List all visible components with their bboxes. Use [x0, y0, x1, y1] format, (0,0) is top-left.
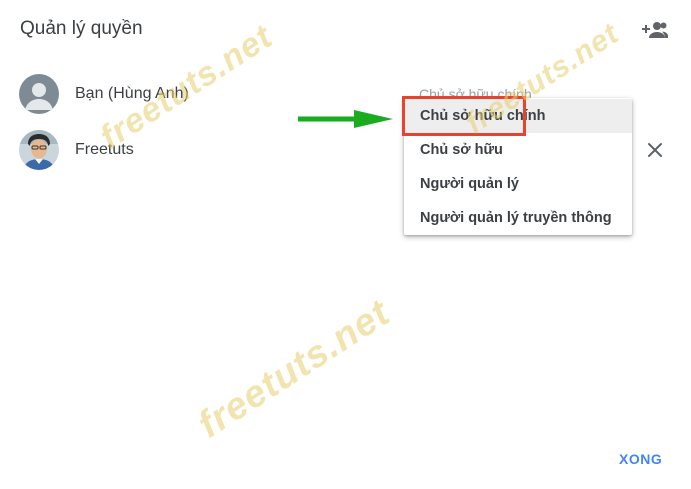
member-name: Bạn (Hùng Anh) [75, 85, 189, 102]
profile-photo-avatar [19, 130, 59, 170]
member-row: Bạn (Hùng Anh) [19, 73, 189, 115]
menu-item-manager[interactable]: Người quản lý [404, 167, 632, 201]
member-name: Freetuts [75, 141, 134, 158]
role-dropdown-menu: Chủ sở hữu chính Chủ sở hữu Người quản l… [404, 98, 632, 235]
default-user-avatar [19, 74, 59, 114]
menu-item-primary-owner[interactable]: Chủ sở hữu chính [404, 99, 632, 133]
done-button[interactable]: XONG [619, 451, 662, 467]
remove-member-close-icon[interactable] [645, 140, 665, 160]
add-people-icon[interactable] [641, 19, 669, 41]
watermark: freetuts.net [190, 291, 398, 447]
menu-item-owner[interactable]: Chủ sở hữu [404, 133, 632, 167]
member-row: Freetuts [19, 129, 134, 171]
menu-item-media-manager[interactable]: Người quản lý truyền thông [404, 201, 632, 235]
green-arrow-annotation [298, 109, 394, 136]
page-title: Quản lý quyền [20, 18, 143, 39]
